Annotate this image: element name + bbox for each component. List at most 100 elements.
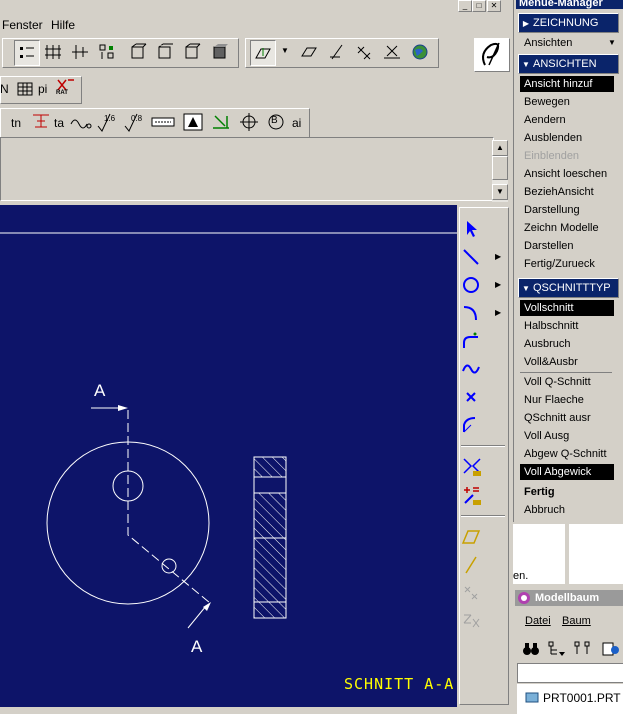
message-scrollbar[interactable]: ▲ ▼	[492, 140, 508, 202]
menu-item-abgew-q-schnitt[interactable]: Abgew Q-Schnitt	[520, 446, 620, 462]
menu-item-fertig-zurueck[interactable]: Fertig/Zurueck	[520, 256, 620, 272]
ta-button[interactable]: ta	[54, 116, 64, 130]
din-format-icon[interactable]	[151, 110, 175, 134]
pi-button[interactable]: pi	[38, 82, 47, 96]
csys-display-icon[interactable]	[95, 40, 119, 64]
menu-item-vollschnitt[interactable]: Vollschnitt	[520, 300, 614, 316]
model-tree-search[interactable]	[517, 663, 623, 683]
shading-icon[interactable]	[208, 40, 232, 64]
menu-hilfe[interactable]: Hilfe	[51, 18, 75, 32]
circle-tool-arrow-icon[interactable]: ▶	[495, 280, 501, 289]
line-tool-arrow-icon[interactable]: ▶	[495, 252, 501, 261]
wireframe-icon[interactable]	[126, 40, 150, 64]
datum-axis-icon[interactable]	[325, 40, 349, 64]
section-label-top[interactable]: A	[94, 381, 105, 401]
find-binoculars-icon[interactable]	[519, 637, 543, 661]
menu-item-darstellen[interactable]: Darstellen	[520, 238, 620, 254]
menu-item-aendern[interactable]: Aendern	[520, 112, 620, 128]
hole-small[interactable]	[161, 558, 177, 574]
balloon-b-icon[interactable]: B	[264, 110, 288, 134]
tree-columns-icon[interactable]	[571, 637, 595, 661]
maximize-button[interactable]: □	[472, 0, 486, 12]
menu-item-darstellung[interactable]: Darstellung	[520, 202, 620, 218]
graphics-window[interactable]: A A SCHNITT A-A	[0, 205, 457, 707]
scroll-up-button[interactable]: ▲	[492, 140, 508, 156]
sketch-plane-icon[interactable]	[461, 525, 491, 549]
plane-dropdown-arrow-icon[interactable]: ▼	[281, 46, 289, 55]
line-tool-icon[interactable]	[461, 245, 491, 269]
menu-item-halbschnitt[interactable]: Halbschnitt	[520, 318, 620, 334]
ansichten-header[interactable]: ▼ ANSICHTEN	[518, 54, 619, 74]
tn-button[interactable]: tn	[11, 116, 21, 130]
dimension-tool-icon[interactable]	[461, 455, 491, 479]
menu-item-voll-q-schnitt[interactable]: Voll Q-Schnitt	[520, 374, 620, 390]
point-tool-icon[interactable]	[461, 385, 491, 409]
menu-item-beziehansicht[interactable]: BeziehAnsicht	[520, 184, 620, 200]
constraint-tool-icon[interactable]	[461, 484, 491, 508]
scroll-down-button[interactable]: ▼	[492, 184, 508, 200]
menu-baum[interactable]: Baum	[562, 615, 591, 627]
section-hatch-middle[interactable]	[253, 492, 287, 539]
sketch-csys-disabled-icon[interactable]	[461, 609, 491, 633]
menu-item-bewegen[interactable]: Bewegen	[520, 94, 620, 110]
section-hatch-lower[interactable]	[253, 537, 287, 603]
menu-item-ausblenden[interactable]: Ausblenden	[520, 130, 620, 146]
web-browser-icon[interactable]	[408, 40, 432, 64]
crosshair-circle-icon[interactable]	[237, 110, 261, 134]
scroll-thumb[interactable]	[492, 156, 508, 180]
menu-item-ausbruch[interactable]: Ausbruch	[520, 336, 620, 352]
no-hidden-icon[interactable]	[180, 40, 204, 64]
minimize-button[interactable]: _	[458, 0, 472, 12]
tree-settings-icon[interactable]	[599, 637, 623, 661]
ai-button[interactable]: ai	[292, 116, 301, 130]
menu-item-ansicht-loeschen[interactable]: Ansicht loeschen	[520, 166, 620, 182]
plane-display-icon[interactable]	[250, 40, 276, 66]
section-label-bottom[interactable]: A	[191, 637, 202, 657]
sketch-point-disabled-icon[interactable]	[461, 581, 491, 605]
fillet-tool-icon[interactable]	[461, 329, 491, 353]
circle-tool-icon[interactable]	[461, 273, 491, 297]
arc-tool-arrow-icon[interactable]: ▶	[495, 308, 501, 317]
surface-finish-wave-icon[interactable]	[69, 110, 93, 134]
section-cut-line[interactable]	[127, 410, 211, 604]
menu-item-einblenden[interactable]: Einblenden	[520, 148, 620, 164]
menu-datei[interactable]: Datei	[525, 615, 551, 627]
arc-tool-icon[interactable]	[461, 301, 491, 325]
menu-item-voll-ausg[interactable]: Voll Ausg	[520, 428, 620, 444]
section-hatch-bottom[interactable]	[253, 601, 287, 619]
note-n-button[interactable]: N	[0, 82, 9, 96]
axis-display-icon[interactable]	[41, 40, 65, 64]
point-display-icon[interactable]	[68, 40, 92, 64]
menu-item-qschnitt-ausr[interactable]: QSchnitt ausr	[520, 410, 620, 426]
menu-item-nur-flaeche[interactable]: Nur Flaeche	[520, 392, 620, 408]
abbruch-button[interactable]: Abbruch	[520, 502, 620, 518]
csys-tool-icon[interactable]	[461, 413, 491, 437]
menu-fenster[interactable]: Fenster	[2, 18, 43, 32]
datum-feature-icon[interactable]	[181, 110, 205, 134]
datum-point-icon[interactable]	[352, 40, 376, 64]
datum-csys-icon[interactable]	[380, 40, 404, 64]
model-tree-item[interactable]: PRT0001.PRT	[525, 690, 621, 707]
ansichten-dropdown[interactable]: Ansichten ▼	[520, 35, 616, 51]
hidden-line-icon[interactable]	[153, 40, 177, 64]
surface-finish-08-icon[interactable]: 0.8	[122, 110, 146, 134]
datum-display-icon[interactable]	[14, 40, 40, 66]
datum-plane-icon[interactable]	[297, 40, 321, 64]
menu-item-voll-abgewick[interactable]: Voll Abgewick	[520, 464, 614, 480]
sketch-axis-icon[interactable]	[461, 553, 491, 577]
menu-item-ansicht-hinzuf[interactable]: Ansicht hinzuf	[520, 76, 614, 92]
close-button[interactable]: ✕	[487, 0, 501, 12]
zeichnung-header[interactable]: ▶ ZEICHNUNG	[518, 13, 619, 33]
weld-symbol-icon[interactable]	[209, 110, 233, 134]
fertig-button[interactable]: Fertig	[520, 484, 620, 500]
qschnitttyp-header[interactable]: ▼ QSCHNITTTYP	[518, 278, 619, 298]
tree-filter-icon[interactable]	[545, 637, 569, 661]
drawing-canvas[interactable]	[0, 205, 457, 707]
table-icon[interactable]	[13, 77, 37, 101]
select-arrow-icon[interactable]	[461, 217, 491, 241]
menu-item-voll-ausbr[interactable]: Voll&Ausbr	[520, 354, 620, 370]
spline-tool-icon[interactable]	[461, 357, 491, 381]
menu-item-zeichn-modelle[interactable]: Zeichn Modelle	[520, 220, 620, 236]
surface-finish-16-icon[interactable]: 1.6	[95, 110, 119, 134]
tolerance-icon[interactable]	[29, 110, 53, 134]
